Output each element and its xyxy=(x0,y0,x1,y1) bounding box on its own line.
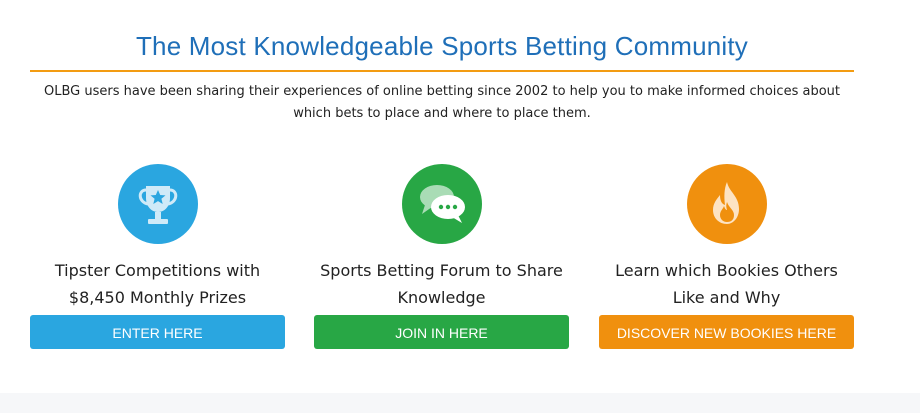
flame-icon xyxy=(686,164,767,244)
feature-bookies: Learn which Bookies Others Like and Why … xyxy=(599,164,854,349)
feature-betting-forum: Sports Betting Forum to Share Knowledge … xyxy=(314,164,569,349)
feature-tipster-competitions: Tipster Competitions with $8,450 Monthly… xyxy=(30,164,285,349)
page-title: The Most Knowledgeable Sports Betting Co… xyxy=(135,31,749,61)
title-divider xyxy=(30,70,854,72)
section-bottom-strip xyxy=(0,393,920,413)
feature-title: Sports Betting Forum to Share Knowledge xyxy=(320,261,563,307)
intro-text: OLBG users have been sharing their exper… xyxy=(44,84,840,121)
enter-here-button[interactable]: ENTER HERE xyxy=(30,315,285,349)
chat-bubbles-icon xyxy=(401,164,482,244)
trophy-icon xyxy=(117,164,198,244)
join-in-here-button[interactable]: JOIN IN HERE xyxy=(314,315,569,349)
community-section: The Most Knowledgeable Sports Betting Co… xyxy=(0,0,920,393)
feature-title: Tipster Competitions with $8,450 Monthly… xyxy=(54,261,261,307)
feature-title: Learn which Bookies Others Like and Why xyxy=(615,261,838,307)
discover-new-bookies-button[interactable]: DISCOVER NEW BOOKIES HERE xyxy=(599,315,854,349)
